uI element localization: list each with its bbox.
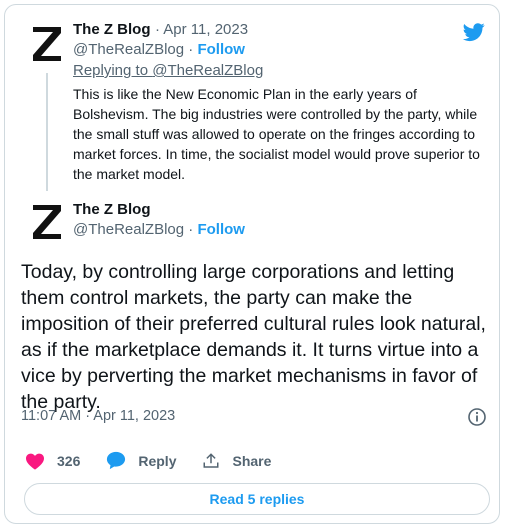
avatar[interactable] [25, 199, 69, 243]
like-button[interactable]: 326 [25, 452, 80, 470]
tweet-date[interactable]: · Apr 11, 2023 [155, 21, 248, 38]
parent-tweet-text: This is like the New Economic Plan in th… [73, 86, 480, 182]
tweet-card: The Z Blog · Apr 11, 2023 @TheRealZBlog … [4, 4, 500, 524]
heart-icon [26, 453, 44, 470]
main-tweet-text: Today, by controlling large corporations… [21, 261, 486, 413]
share-label: Share [232, 452, 272, 469]
avatar[interactable] [25, 21, 69, 65]
main-author-row: The Z Blog [73, 201, 151, 219]
share-icon [203, 452, 219, 468]
follow-button[interactable]: Follow [197, 221, 245, 238]
follow-button[interactable]: Follow [197, 41, 245, 58]
author-handle[interactable]: @TheRealZBlog [73, 41, 184, 58]
replying-prefix: Replying to [73, 62, 153, 79]
separator: · [184, 41, 198, 58]
twitter-bird-icon[interactable] [461, 21, 487, 48]
like-count: 326 [57, 452, 81, 469]
parent-handle-row: @TheRealZBlog · Follow [73, 41, 245, 59]
author-handle[interactable]: @TheRealZBlog [73, 221, 184, 238]
author-name[interactable]: The Z Blog [73, 201, 151, 218]
info-icon[interactable] [467, 407, 487, 432]
replying-handle[interactable]: @TheRealZBlog [152, 62, 263, 79]
read-replies-label: Read 5 replies [209, 491, 305, 507]
replying-to[interactable]: Replying to @TheRealZBlog [73, 62, 263, 79]
read-replies-button[interactable]: Read 5 replies [24, 483, 490, 515]
reply-label: Reply [138, 452, 177, 469]
tweet-timestamp[interactable]: 11:07 AM · Apr 11, 2023 [21, 408, 175, 424]
author-name[interactable]: The Z Blog [73, 21, 151, 38]
reply-button[interactable]: Reply [106, 451, 176, 470]
separator: · [184, 221, 198, 238]
parent-author-row: The Z Blog · Apr 11, 2023 [73, 21, 248, 39]
thread-line [46, 73, 48, 191]
action-bar: 326 Reply Share [25, 451, 297, 470]
main-handle-row: @TheRealZBlog · Follow [73, 221, 245, 239]
share-button[interactable]: Share [202, 452, 271, 470]
reply-bubble-icon [107, 451, 126, 470]
